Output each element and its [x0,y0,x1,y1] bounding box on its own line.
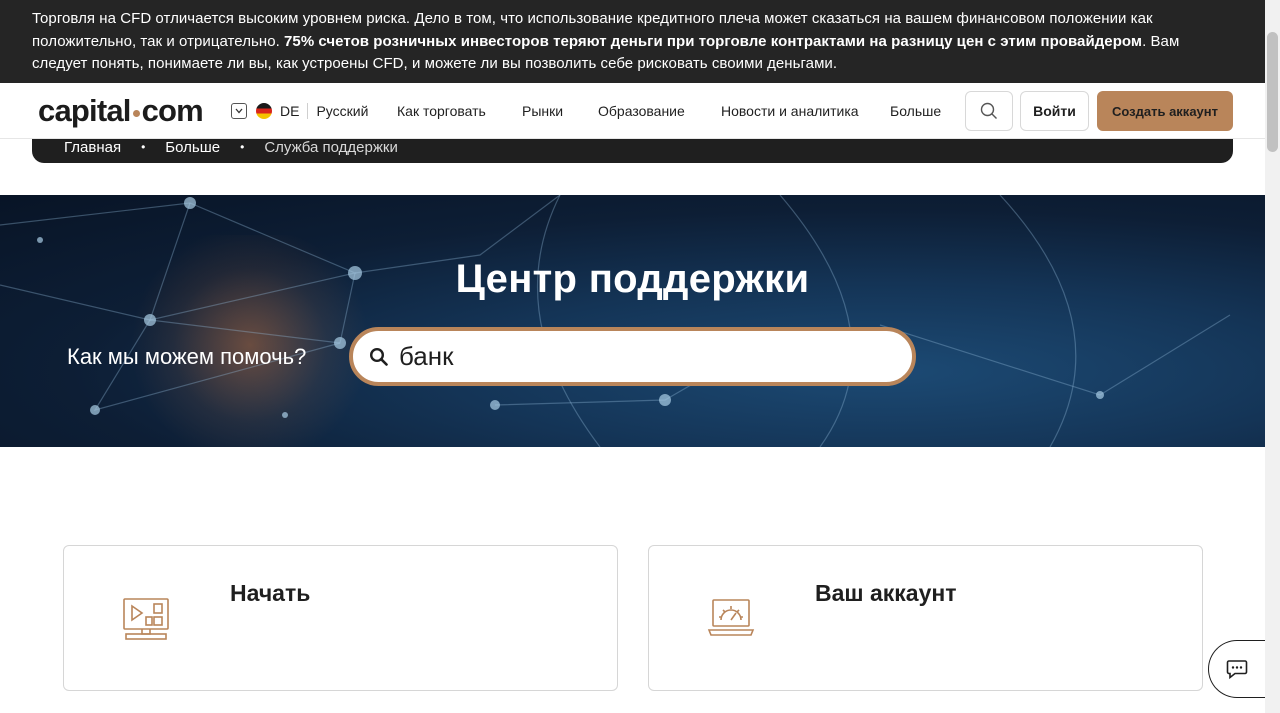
breadcrumb-current: Служба поддержки [264,138,398,156]
chevron-down-icon [231,103,247,119]
nav-news-analytics[interactable]: Новости и аналитика [721,103,859,119]
login-button[interactable]: Войти [1020,91,1089,131]
nav-education[interactable]: Образование [598,103,685,119]
card-title: Ваш аккаунт [815,580,957,606]
risk-text-bold: 75% счетов розничных инвесторов теряют д… [284,32,1143,50]
nav-how-to-trade[interactable]: Как торговать [397,103,486,119]
language-label: Русский [316,103,369,119]
page-title: Центр поддержки [455,257,810,301]
search-icon [980,102,997,119]
logo-text-left: capital [38,93,131,128]
card-title: Начать [230,580,311,606]
video-tutorial-icon [123,598,169,640]
region-code: DE [280,103,300,119]
search-icon [369,347,388,366]
category-card-your-account[interactable]: Ваш аккаунт [648,545,1203,691]
breadcrumb-home[interactable]: Главная [64,139,121,156]
scrollbar-thumb[interactable] [1267,32,1278,152]
breadcrumb-separator: • [141,139,146,154]
breadcrumb-more[interactable]: Больше [165,139,220,156]
capital-com-logo[interactable]: capital com [38,93,204,129]
chat-icon [1226,660,1248,680]
site-header: capital com DE Русский Как торговать Рынк… [0,83,1265,139]
breadcrumb-separator: • [240,139,245,154]
network-background [0,195,1231,447]
logo-dot [132,110,140,117]
category-card-get-started[interactable]: Начать [63,545,618,691]
help-prompt-label: Как мы можем помочь? [67,344,307,369]
germany-flag-icon [256,103,272,119]
risk-warning-banner: Торговля на CFD отличается высоким уровн… [0,0,1265,83]
logo-text-right: com [141,93,204,128]
header-search-button[interactable] [965,91,1013,131]
create-account-button[interactable]: Создать аккаунт [1097,91,1233,131]
nav-more[interactable]: Больше [890,103,941,119]
support-search-input[interactable] [399,341,869,372]
divider [307,103,309,119]
account-settings-laptop-icon [707,599,755,636]
page-scrollbar[interactable] [1265,0,1280,713]
support-search-box[interactable] [349,327,916,386]
language-selector[interactable]: DE Русский [231,103,368,119]
support-hero: Центр поддержки Как мы можем помочь? [0,195,1265,447]
nav-markets[interactable]: Рынки [522,103,563,119]
